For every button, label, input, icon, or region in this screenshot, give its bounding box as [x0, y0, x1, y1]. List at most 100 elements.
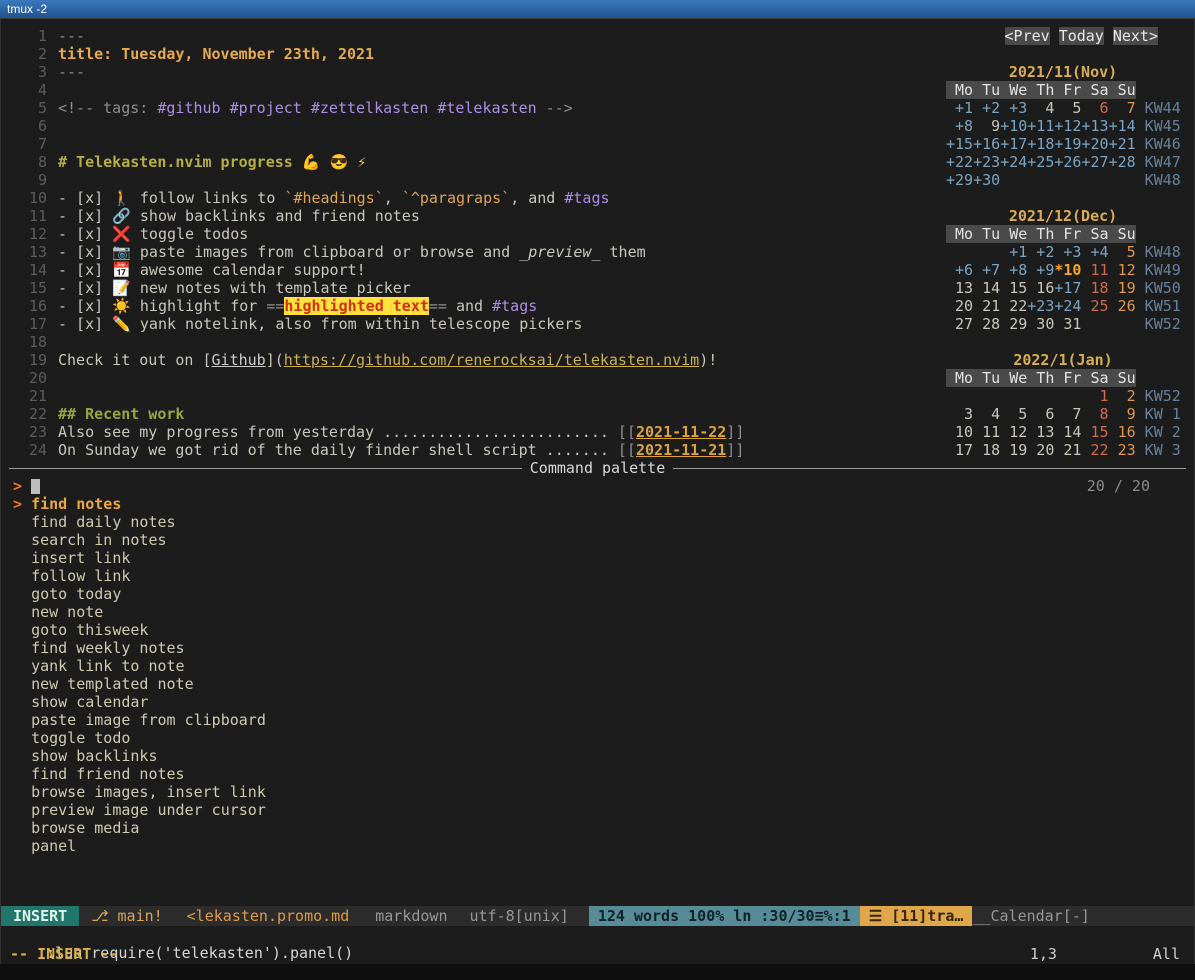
calendar-day[interactable]: *10: [1054, 261, 1081, 279]
palette-item[interactable]: yank link to note: [1, 657, 1194, 675]
palette-item[interactable]: paste image from clipboard: [1, 711, 1194, 729]
calendar-day[interactable]: +23: [1027, 297, 1054, 315]
calendar-day[interactable]: 12: [1109, 261, 1136, 279]
calendar-day[interactable]: 3: [946, 405, 973, 423]
calendar-day[interactable]: 7: [1109, 99, 1136, 117]
calendar-day[interactable]: +23: [973, 153, 1000, 171]
calendar-day[interactable]: 13: [946, 279, 973, 297]
palette-item[interactable]: browse images, insert link: [1, 783, 1194, 801]
calendar-day[interactable]: 6: [1027, 405, 1054, 423]
calendar-day[interactable]: 19: [1000, 441, 1027, 459]
calendar-day[interactable]: +1: [1000, 243, 1027, 261]
calendar-day[interactable]: 29: [1000, 315, 1027, 333]
calendar-day[interactable]: 25: [1081, 297, 1108, 315]
calendar-day[interactable]: +12: [1054, 117, 1081, 135]
calendar-day[interactable]: +25: [1027, 153, 1054, 171]
calendar-day[interactable]: 19: [1109, 279, 1136, 297]
calendar-day[interactable]: +27: [1081, 153, 1108, 171]
calendar-day[interactable]: 28: [973, 315, 1000, 333]
calendar-day[interactable]: 16: [1027, 279, 1054, 297]
calendar-day[interactable]: +4: [1081, 243, 1108, 261]
calendar-day[interactable]: +10: [1000, 117, 1027, 135]
palette-item[interactable]: panel: [1, 837, 1194, 855]
calendar-day[interactable]: +29: [946, 171, 973, 189]
calendar-day[interactable]: 16: [1109, 423, 1136, 441]
calendar-prev-button[interactable]: <Prev: [1005, 27, 1050, 45]
palette-item[interactable]: > find notes: [1, 495, 1194, 513]
palette-item[interactable]: preview image under cursor: [1, 801, 1194, 819]
calendar-day[interactable]: +30: [973, 171, 1000, 189]
github-url[interactable]: https://github.com/renerocksai/telekaste…: [284, 351, 699, 369]
calendar-day[interactable]: +6: [946, 261, 973, 279]
calendar-day[interactable]: +22: [946, 153, 973, 171]
calendar-day[interactable]: 21: [1054, 441, 1081, 459]
calendar-day[interactable]: +24: [1000, 153, 1027, 171]
palette-input[interactable]: > 20 / 20: [1, 477, 1194, 495]
calendar-day[interactable]: +21: [1109, 135, 1136, 153]
calendar-day[interactable]: 11: [973, 423, 1000, 441]
calendar-day[interactable]: +14: [1109, 117, 1136, 135]
calendar-day[interactable]: 22: [1081, 441, 1108, 459]
calendar-day[interactable]: +13: [1081, 117, 1108, 135]
calendar-day[interactable]: 1: [1081, 387, 1108, 405]
calendar-day[interactable]: 4: [1027, 99, 1054, 117]
calendar-day[interactable]: +8: [946, 117, 973, 135]
calendar-day[interactable]: +19: [1054, 135, 1081, 153]
calendar-day[interactable]: +2: [973, 99, 1000, 117]
calendar-day[interactable]: +26: [1054, 153, 1081, 171]
calendar-day[interactable]: 27: [946, 315, 973, 333]
calendar-day[interactable]: 23: [1109, 441, 1136, 459]
calendar-day[interactable]: +18: [1027, 135, 1054, 153]
editor-buffer[interactable]: 1---2title: Tuesday, November 23th, 2021…: [1, 27, 937, 459]
palette-item[interactable]: new templated note: [1, 675, 1194, 693]
calendar-day[interactable]: 15: [1000, 279, 1027, 297]
tag-tags[interactable]: #tags: [564, 189, 609, 207]
calendar-day[interactable]: 7: [1054, 405, 1081, 423]
palette-item[interactable]: browse media: [1, 819, 1194, 837]
calendar-day[interactable]: 5: [1109, 243, 1136, 261]
calendar-day[interactable]: 18: [1081, 279, 1108, 297]
command-line[interactable]: :lua require('telekasten').panel(): [1, 926, 1194, 944]
calendar-day[interactable]: 5: [1000, 405, 1027, 423]
palette-item[interactable]: insert link: [1, 549, 1194, 567]
calendar-day[interactable]: +17: [1054, 279, 1081, 297]
calendar-day[interactable]: +3: [1054, 243, 1081, 261]
calendar-day[interactable]: 10: [946, 423, 973, 441]
calendar-day[interactable]: 6: [1081, 99, 1108, 117]
calendar-day[interactable]: 9: [973, 117, 1000, 135]
palette-item[interactable]: new note: [1, 603, 1194, 621]
calendar-day[interactable]: +7: [973, 261, 1000, 279]
calendar-day[interactable]: +24: [1054, 297, 1081, 315]
calendar-today-button[interactable]: Today: [1059, 27, 1104, 45]
tag-tags[interactable]: #tags: [492, 297, 537, 315]
calendar-day[interactable]: 8: [1081, 405, 1108, 423]
calendar-day[interactable]: 13: [1027, 423, 1054, 441]
calendar-day[interactable]: 30: [1027, 315, 1054, 333]
calendar-day[interactable]: +28: [1109, 153, 1136, 171]
tag-zettelkasten[interactable]: #zettelkasten: [311, 99, 428, 117]
calendar-next-button[interactable]: Next>: [1113, 27, 1158, 45]
palette-item[interactable]: follow link: [1, 567, 1194, 585]
calendar-day[interactable]: 17: [946, 441, 973, 459]
palette-item[interactable]: show calendar: [1, 693, 1194, 711]
tag-telekasten[interactable]: #telekasten: [437, 99, 536, 117]
calendar-day[interactable]: 4: [973, 405, 1000, 423]
calendar-day[interactable]: +17: [1000, 135, 1027, 153]
calendar-day[interactable]: 14: [1054, 423, 1081, 441]
calendar-day[interactable]: 5: [1054, 99, 1081, 117]
wiki-link-2021-11-22[interactable]: 2021-11-22: [636, 423, 726, 441]
calendar-day[interactable]: 20: [1027, 441, 1054, 459]
calendar-day[interactable]: 26: [1109, 297, 1136, 315]
palette-item[interactable]: toggle todo: [1, 729, 1194, 747]
palette-item[interactable]: goto thisweek: [1, 621, 1194, 639]
palette-item[interactable]: find weekly notes: [1, 639, 1194, 657]
calendar-day[interactable]: 2: [1109, 387, 1136, 405]
calendar-day[interactable]: 11: [1081, 261, 1108, 279]
calendar-day[interactable]: 31: [1054, 315, 1081, 333]
calendar-day[interactable]: 15: [1081, 423, 1108, 441]
tag-github[interactable]: #github: [157, 99, 220, 117]
calendar-day[interactable]: +8: [1000, 261, 1027, 279]
palette-item[interactable]: search in notes: [1, 531, 1194, 549]
calendar-day[interactable]: +9: [1027, 261, 1054, 279]
wiki-link-2021-11-21[interactable]: 2021-11-21: [636, 441, 726, 459]
